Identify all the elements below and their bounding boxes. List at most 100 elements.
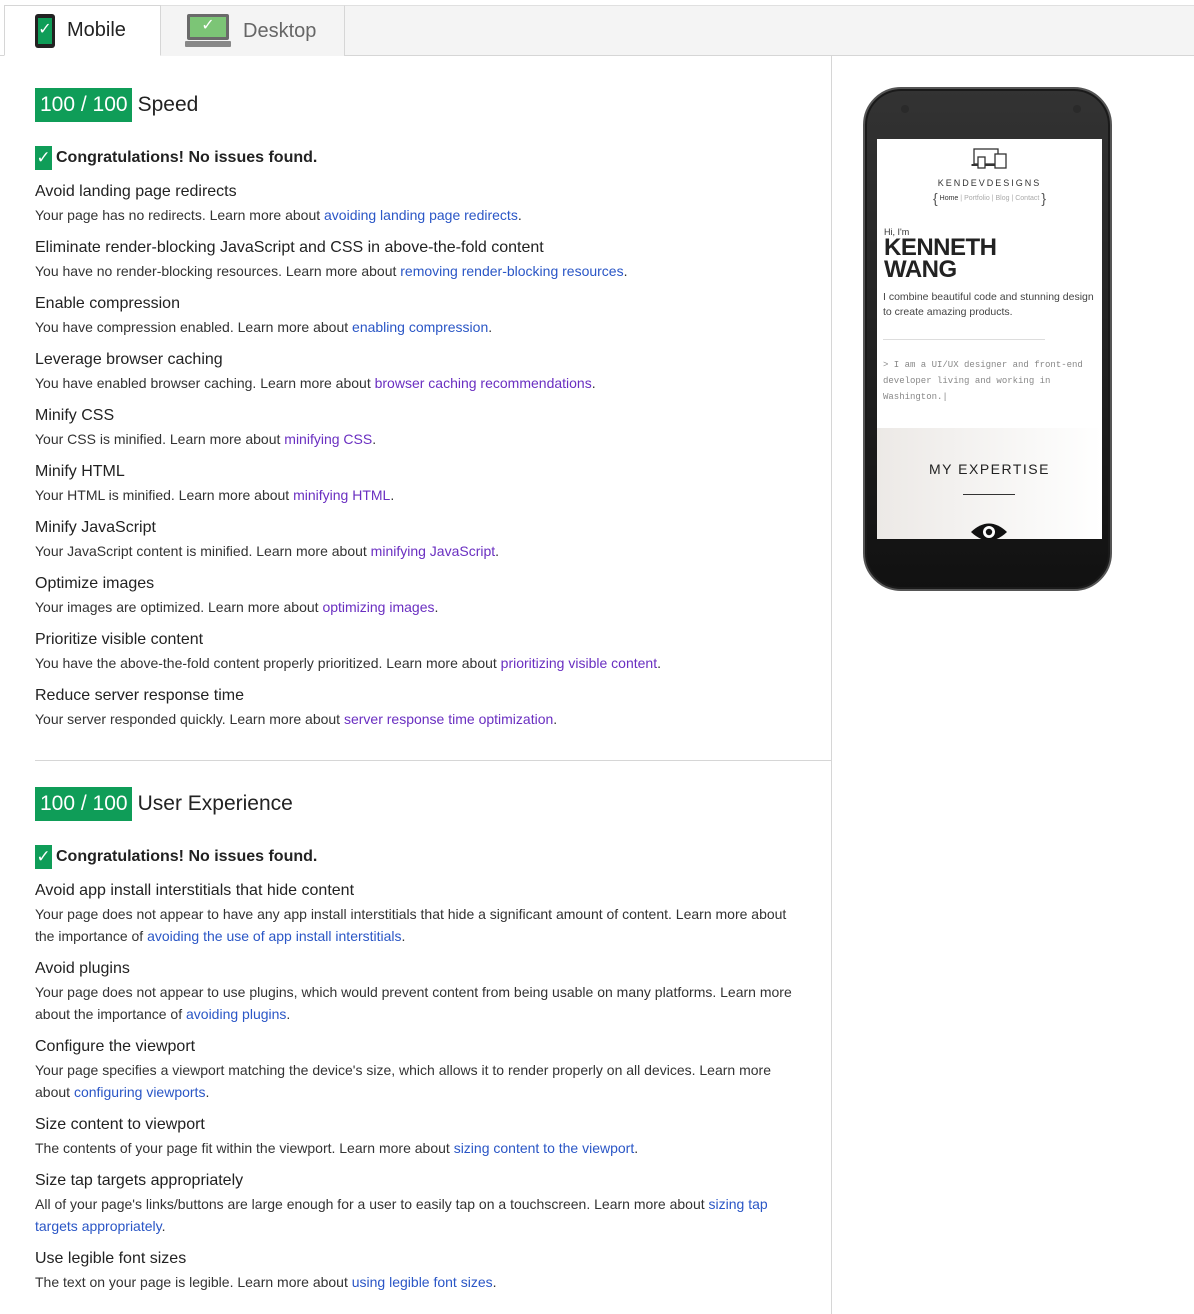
rule-text-end: .	[623, 263, 628, 279]
rule-text-end: .	[657, 655, 661, 671]
rule-item: Enable compression You have compression e…	[35, 292, 805, 338]
nav-separator: |	[991, 194, 994, 202]
rule-item: Size content to viewport The contents of …	[35, 1113, 805, 1159]
rule-learn-more-link[interactable]: configuring viewports	[74, 1084, 206, 1100]
tab-desktop-label: Desktop	[243, 19, 317, 42]
rule-text: Your images are optimized. Learn more ab…	[35, 599, 323, 615]
rule-learn-more-link[interactable]: using legible font sizes	[352, 1274, 493, 1290]
rule-text-end: .	[634, 1140, 639, 1156]
site-nav-home[interactable]: Home	[940, 195, 959, 202]
speed-rules-list: Avoid landing page redirects Your page ha…	[35, 180, 805, 730]
rule-description: Your CSS is minified. Learn more about m…	[35, 428, 805, 450]
ux-congrats-text: Congratulations! No issues found.	[56, 848, 318, 865]
results-panel: 100 / 100 Speed ✓ Congratulations! No is…	[0, 56, 832, 1314]
rule-text: You have the above-the-fold content prop…	[35, 655, 501, 671]
rule-text-end: .	[517, 207, 522, 223]
rule-item: Minify JavaScript Your JavaScript content…	[35, 516, 805, 562]
rule-description: Your page has no redirects. Learn more a…	[35, 204, 805, 226]
site-nav-portfolio[interactable]: Portfolio	[964, 195, 990, 202]
check-icon: ✓	[35, 146, 52, 170]
device-tab-bar: ✓ Mobile ✓ Desktop	[0, 0, 1194, 56]
site-divider	[883, 339, 1045, 340]
phone-sensor-dot	[901, 105, 909, 113]
rule-item: Avoid app install interstitials that hid…	[35, 879, 805, 947]
rule-title: Use legible font sizes	[35, 1250, 187, 1267]
rule-learn-more-link[interactable]: prioritizing visible content	[501, 655, 657, 671]
hero-name-line2: WANG	[884, 256, 957, 283]
ux-section: 100 / 100 User Experience ✓ Congratulati…	[35, 787, 805, 1293]
site-nav-blog[interactable]: Blog	[995, 195, 1009, 202]
rule-text: You have compression enabled. Learn more…	[35, 319, 353, 335]
ux-congrats: ✓ Congratulations! No issues found.	[35, 845, 805, 869]
ux-score-badge: 100 / 100	[35, 787, 132, 821]
speed-congrats: ✓ Congratulations! No issues found.	[35, 146, 805, 170]
rule-text: Your page does not appear to use plugins…	[35, 984, 792, 1022]
rule-description: You have the above-the-fold content prop…	[35, 652, 805, 674]
rule-learn-more-link[interactable]: minifying JavaScript	[371, 543, 496, 559]
rule-learn-more-link[interactable]: avoiding the use of app install intersti…	[147, 928, 401, 944]
rule-title: Prioritize visible content	[35, 631, 204, 648]
nav-separator: |	[960, 194, 963, 202]
rule-title: Avoid app install interstitials that hid…	[35, 882, 355, 899]
rule-item: Minify CSS Your CSS is minified. Learn mo…	[35, 404, 805, 450]
check-icon: ✓	[35, 845, 52, 869]
rule-item: Configure the viewport Your page specifie…	[35, 1035, 805, 1103]
rule-learn-more-link[interactable]: enabling compression	[352, 319, 488, 335]
expertise-band: MY EXPERTISE	[877, 428, 1102, 539]
rule-text-end: .	[488, 319, 493, 335]
rule-title: Minify HTML	[35, 463, 125, 480]
rule-text-end: .	[434, 599, 439, 615]
rule-title: Avoid landing page redirects	[35, 183, 237, 200]
rule-description: Your JavaScript content is minified. Lea…	[35, 540, 805, 562]
rule-learn-more-link[interactable]: minifying HTML	[293, 487, 390, 503]
expertise-underline	[963, 494, 1015, 495]
rule-title: Minify CSS	[35, 407, 115, 424]
rule-description: You have enabled browser caching. Learn …	[35, 372, 805, 394]
rule-learn-more-link[interactable]: avoiding landing page redirects	[324, 207, 518, 223]
rule-description: You have compression enabled. Learn more…	[35, 316, 805, 338]
site-code-intro: > I am a UI/UX designer and front-end de…	[883, 360, 1083, 402]
section-divider	[35, 760, 832, 761]
rule-text: All of your page's links/buttons are lar…	[35, 1196, 709, 1212]
rule-title: Size content to viewport	[35, 1116, 205, 1133]
rule-learn-more-link[interactable]: minifying CSS	[284, 431, 372, 447]
rule-learn-more-link[interactable]: removing render-blocking resources	[400, 263, 623, 279]
rule-title: Optimize images	[35, 575, 155, 592]
rule-learn-more-link[interactable]: server response time optimization	[344, 711, 553, 727]
rule-title: Configure the viewport	[35, 1038, 196, 1055]
rule-learn-more-link[interactable]: browser caching recommendations	[375, 375, 592, 391]
rule-description: The text on your page is legible. Learn …	[35, 1271, 805, 1293]
rule-description: All of your page's links/buttons are lar…	[35, 1193, 805, 1237]
rule-description: You have no render-blocking resources. L…	[35, 260, 805, 282]
mobile-preview-device: KENDEVDESIGNS { Home | Portfolio | Blog …	[863, 87, 1112, 591]
tab-desktop[interactable]: ✓ Desktop	[161, 5, 345, 56]
rule-learn-more-link[interactable]: optimizing images	[322, 599, 434, 615]
mobile-preview-screen: KENDEVDESIGNS { Home | Portfolio | Blog …	[877, 139, 1102, 539]
rule-text: The text on your page is legible. Learn …	[35, 1274, 352, 1290]
rule-learn-more-link[interactable]: sizing content to the viewport	[454, 1140, 635, 1156]
rule-text: Your JavaScript content is minified. Lea…	[35, 543, 371, 559]
site-nav-contact[interactable]: Contact	[1015, 195, 1039, 202]
desktop-monitor-check-icon: ✓	[185, 14, 231, 48]
rule-item: Leverage browser caching You have enabled…	[35, 348, 805, 394]
expertise-heading: MY EXPERTISE	[929, 461, 1050, 477]
rule-text-end: .	[495, 543, 500, 559]
rule-title: Eliminate render-blocking JavaScript and…	[35, 239, 544, 256]
rule-text: The contents of your page fit within the…	[35, 1140, 454, 1156]
speed-score-header: 100 / 100 Speed	[35, 88, 805, 122]
rule-text: Your CSS is minified. Learn more about	[35, 431, 285, 447]
rule-text-end: .	[401, 928, 406, 944]
site-tagline: I combine beautiful code and stunning de…	[883, 291, 1094, 318]
tab-mobile[interactable]: ✓ Mobile	[4, 5, 161, 56]
rule-description: Your HTML is minified. Learn more about …	[35, 484, 805, 506]
rule-learn-more-link[interactable]: avoiding plugins	[186, 1006, 286, 1022]
mobile-phone-check-icon: ✓	[35, 13, 55, 48]
rule-text: You have enabled browser caching. Learn …	[35, 375, 375, 391]
rule-description: Your page specifies a viewport matching …	[35, 1059, 805, 1103]
rule-text-end: .	[205, 1084, 210, 1100]
rule-text-end: .	[553, 711, 558, 727]
rule-text-end: .	[390, 487, 395, 503]
speed-congrats-text: Congratulations! No issues found.	[56, 149, 318, 166]
rule-title: Minify JavaScript	[35, 519, 156, 536]
rule-title: Leverage browser caching	[35, 351, 223, 368]
